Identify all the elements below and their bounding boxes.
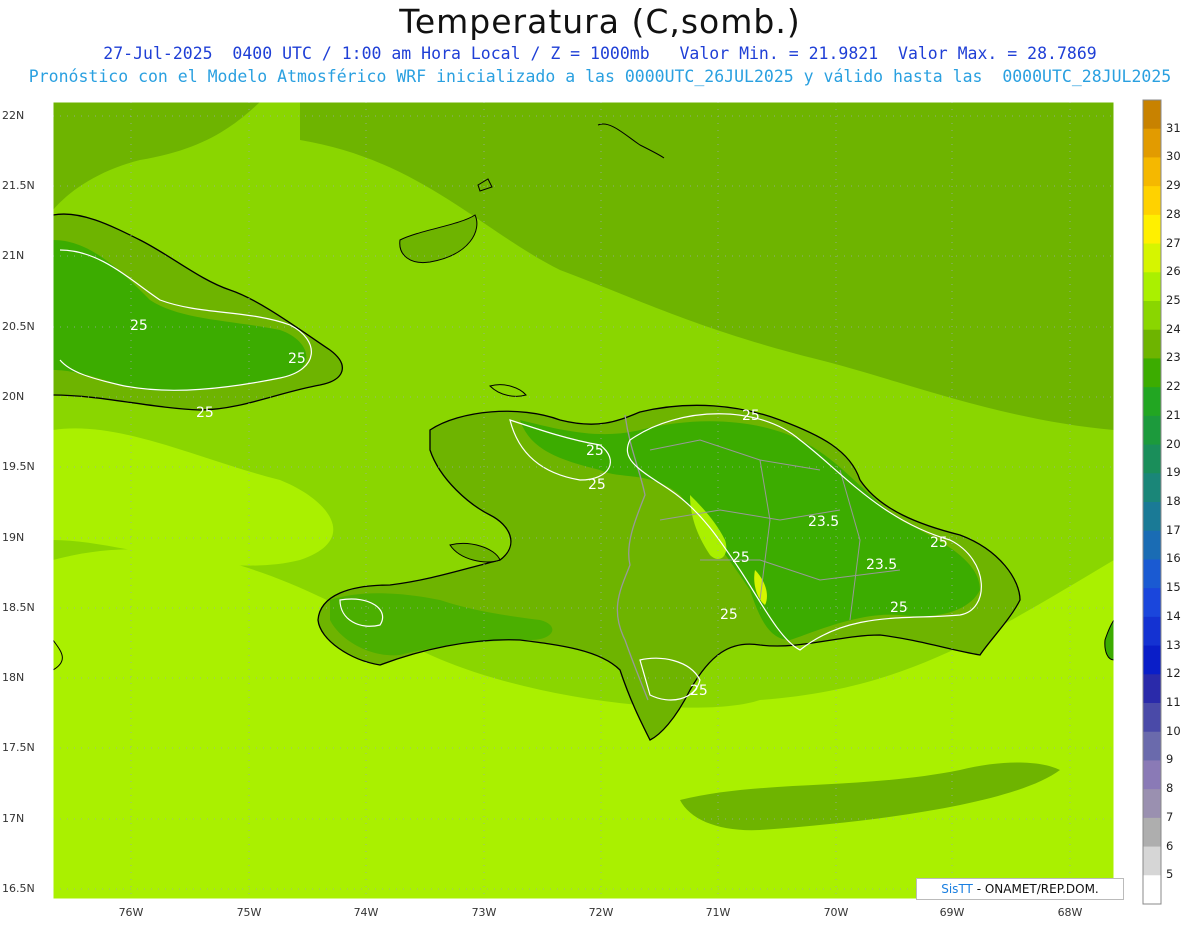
colorbar-swatch bbox=[1143, 301, 1161, 331]
colorbar-label: 21 bbox=[1166, 407, 1181, 422]
colorbar-swatch bbox=[1143, 186, 1161, 216]
contour-label: 25 bbox=[742, 408, 760, 424]
colorbar-swatch bbox=[1143, 444, 1161, 474]
colorbar-label: 18 bbox=[1166, 494, 1181, 508]
colorbar-swatch bbox=[1143, 645, 1161, 675]
lon-label: 75W bbox=[236, 906, 262, 919]
contour-label: 25 bbox=[890, 600, 908, 616]
colorbar-swatch bbox=[1143, 329, 1161, 359]
colorbar-label: 28 bbox=[1166, 206, 1181, 221]
colorbar-swatch bbox=[1143, 817, 1161, 848]
colorbar bbox=[1143, 100, 1161, 905]
colorbar-swatch bbox=[1143, 502, 1161, 532]
colorbar-label: 8 bbox=[1166, 781, 1174, 796]
contour-label: 25 bbox=[588, 477, 606, 493]
contour-label: 25 bbox=[130, 318, 148, 334]
contour-label: 25 bbox=[732, 550, 750, 566]
colorbar-swatch bbox=[1143, 875, 1161, 905]
lon-label: 73W bbox=[471, 906, 497, 919]
colorbar-swatch bbox=[1143, 415, 1161, 446]
contour-label: 25 bbox=[288, 351, 306, 367]
colorbar-swatch bbox=[1143, 473, 1161, 503]
colorbar-label: 31 bbox=[1166, 120, 1181, 135]
colorbar-label: 20 bbox=[1166, 436, 1181, 451]
lat-label: 20.5N bbox=[2, 320, 35, 333]
lat-label: 19N bbox=[2, 531, 25, 544]
credit-box: SisTT - ONAMET/REP.DOM. bbox=[916, 878, 1124, 900]
colorbar-swatch bbox=[1143, 243, 1161, 273]
lon-label: 68W bbox=[1057, 906, 1083, 919]
lat-label: 16.5N bbox=[2, 882, 35, 895]
lat-label: 18N bbox=[2, 671, 25, 684]
colorbar-label: 5 bbox=[1166, 867, 1174, 882]
contour-label: 25 bbox=[930, 535, 948, 551]
lat-label: 20N bbox=[2, 390, 25, 403]
colorbar-label: 15 bbox=[1166, 580, 1181, 595]
colorbar-swatch bbox=[1143, 387, 1161, 417]
colorbar-swatch bbox=[1143, 128, 1161, 158]
lon-label: 69W bbox=[939, 906, 965, 919]
colorbar-swatch bbox=[1143, 214, 1161, 245]
colorbar-swatch bbox=[1143, 530, 1161, 560]
colorbar-label: 12 bbox=[1166, 666, 1181, 681]
colorbar-swatch bbox=[1143, 703, 1161, 733]
colorbar-swatch bbox=[1143, 272, 1161, 302]
colorbar-label: 6 bbox=[1166, 838, 1174, 853]
colorbar-swatch bbox=[1143, 157, 1161, 187]
colorbar-label: 29 bbox=[1166, 178, 1181, 193]
colorbar-label: 27 bbox=[1166, 235, 1181, 250]
temperature-map: 25 25 25 25 25 25 23.5 23.5 25 25 25 25 … bbox=[52, 99, 1162, 905]
colorbar-label: 30 bbox=[1166, 149, 1181, 164]
colorbar-label: 17 bbox=[1166, 522, 1181, 537]
contour-label: 25 bbox=[586, 443, 604, 459]
colorbar-label: 11 bbox=[1166, 695, 1181, 709]
colorbar-label: 13 bbox=[1166, 637, 1181, 652]
colorbar-swatch bbox=[1143, 760, 1161, 790]
colorbar-swatch bbox=[1143, 846, 1161, 876]
colorbar-label: 9 bbox=[1166, 752, 1174, 767]
contour-label: 25 bbox=[196, 405, 214, 421]
lat-label: 17N bbox=[2, 812, 25, 825]
credit-brand: SisTT bbox=[941, 882, 973, 896]
colorbar-label: 25 bbox=[1166, 293, 1181, 307]
colorbar-swatch bbox=[1143, 789, 1161, 819]
lat-label: 18.5N bbox=[2, 601, 35, 614]
colorbar-label: 22 bbox=[1166, 379, 1181, 394]
colorbar-swatch bbox=[1143, 559, 1161, 589]
lon-label: 76W bbox=[118, 906, 144, 919]
colorbar-label: 23 bbox=[1166, 350, 1181, 365]
lat-label: 22N bbox=[2, 109, 25, 122]
colorbar-swatch bbox=[1143, 588, 1161, 618]
colorbar-label: 26 bbox=[1166, 264, 1181, 279]
colorbar-swatch bbox=[1143, 358, 1161, 388]
lon-label: 70W bbox=[823, 906, 849, 919]
colorbar-label: 19 bbox=[1166, 465, 1181, 480]
colorbar-label: 7 bbox=[1166, 809, 1174, 824]
colorbar-label: 24 bbox=[1166, 321, 1181, 336]
colorbar-label: 10 bbox=[1166, 723, 1181, 738]
contour-label: 23.5 bbox=[808, 514, 839, 530]
lon-label: 71W bbox=[705, 906, 731, 919]
lat-label: 21.5N bbox=[2, 179, 35, 192]
colorbar-swatch bbox=[1143, 100, 1161, 130]
lon-label: 74W bbox=[353, 906, 379, 919]
lat-label: 17.5N bbox=[2, 741, 35, 754]
lat-label: 19.5N bbox=[2, 460, 35, 473]
contour-label: 23.5 bbox=[866, 557, 897, 573]
colorbar-label: 16 bbox=[1166, 551, 1181, 566]
credit-text: - ONAMET/REP.DOM. bbox=[972, 882, 1099, 896]
lon-label: 72W bbox=[588, 906, 614, 919]
colorbar-swatch bbox=[1143, 731, 1161, 761]
colorbar-swatch bbox=[1143, 616, 1161, 647]
lat-label: 21N bbox=[2, 249, 25, 262]
contour-label: 25 bbox=[720, 607, 738, 623]
contour-label: 25 bbox=[690, 683, 708, 699]
colorbar-swatch bbox=[1143, 674, 1161, 704]
colorbar-label: 14 bbox=[1166, 608, 1181, 623]
